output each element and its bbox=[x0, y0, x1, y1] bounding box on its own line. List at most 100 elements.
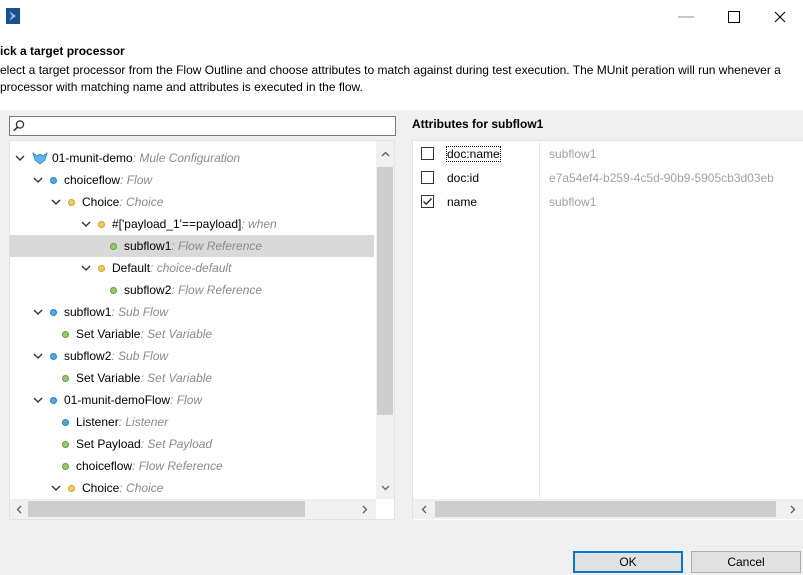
tree-node[interactable]: Set Payload : Set Payload bbox=[10, 433, 374, 455]
tree-node[interactable]: 01-munit-demo : Mule Configuration bbox=[10, 147, 374, 169]
attribute-checkbox[interactable] bbox=[421, 171, 434, 184]
tree-node[interactable]: Choice : Choice bbox=[10, 191, 374, 213]
mule-config-icon bbox=[32, 151, 48, 165]
chevron-down-icon[interactable] bbox=[50, 196, 62, 208]
tree-node-name: 01-munit-demoFlow bbox=[64, 393, 171, 407]
tree-node[interactable]: 01-munit-demoFlow : Flow bbox=[10, 389, 374, 411]
blue-processor-icon bbox=[50, 308, 57, 316]
chevron-down-icon[interactable] bbox=[32, 174, 44, 186]
tree-node-type: : Flow Reference bbox=[171, 283, 263, 297]
tree-horizontal-thumb[interactable] bbox=[28, 501, 305, 517]
tree-node-type: : Sub Flow bbox=[111, 305, 169, 319]
maximize-button[interactable] bbox=[711, 0, 757, 34]
scroll-up-icon[interactable] bbox=[376, 145, 394, 163]
tree-node-name: Choice bbox=[82, 195, 120, 209]
tree-node-name: subflow1 bbox=[124, 239, 172, 253]
yellow-processor-icon bbox=[98, 220, 105, 228]
scroll-down-icon[interactable] bbox=[376, 479, 394, 497]
tree-horizontal-scrollbar[interactable] bbox=[10, 499, 376, 519]
tree-node[interactable]: subflow1 : Flow Reference bbox=[10, 235, 374, 257]
attributes-horizontal-thumb[interactable] bbox=[435, 501, 776, 517]
tree-node-name: subflow1 bbox=[64, 305, 112, 319]
tree-vertical-scrollbar[interactable] bbox=[376, 141, 394, 499]
tree-node-name: Set Payload bbox=[76, 437, 141, 451]
scroll-left-icon[interactable] bbox=[415, 500, 433, 518]
maximize-icon bbox=[728, 11, 740, 23]
chevron-down-icon[interactable] bbox=[14, 152, 26, 164]
green-processor-icon bbox=[110, 286, 117, 294]
attribute-value: subflow1 bbox=[549, 195, 597, 209]
ok-button[interactable]: OK bbox=[573, 551, 683, 573]
green-processor-icon bbox=[62, 440, 69, 448]
tree-node[interactable]: choiceflow : Flow Reference bbox=[10, 455, 374, 477]
attribute-value: e7a54ef4-b259-4c5d-90b9-5905cb3d03eb bbox=[549, 171, 774, 185]
yellow-processor-icon bbox=[68, 484, 75, 492]
tree-node[interactable]: Choice : Choice bbox=[10, 477, 374, 499]
tree-node-type: : Choice bbox=[119, 481, 164, 495]
tree-node-name: choiceflow bbox=[76, 459, 133, 473]
attribute-checkbox[interactable] bbox=[421, 195, 434, 208]
chevron-down-icon[interactable] bbox=[50, 482, 62, 494]
tree-node-type: : Flow Reference bbox=[132, 459, 223, 473]
tree-node[interactable]: Listener : Listener bbox=[10, 411, 374, 433]
app-icon bbox=[6, 8, 20, 24]
tree-node-name: Set Variable bbox=[76, 327, 141, 341]
tree-node-type: : Set Variable bbox=[140, 327, 213, 341]
close-button[interactable] bbox=[757, 0, 803, 34]
tree-node[interactable]: subflow1 : Sub Flow bbox=[10, 301, 374, 323]
cancel-button[interactable]: Cancel bbox=[691, 551, 801, 573]
close-icon bbox=[774, 11, 786, 23]
attribute-name: name bbox=[447, 195, 478, 209]
tree-node-type: : Choice bbox=[119, 195, 164, 209]
dialog-description: elect a target processor from the Flow O… bbox=[0, 63, 781, 94]
green-processor-icon bbox=[62, 462, 69, 470]
title-bar: — bbox=[0, 0, 803, 34]
tree-node-name: Listener bbox=[76, 415, 119, 429]
attribute-checkbox[interactable] bbox=[421, 147, 434, 160]
attribute-row: name subflow1 bbox=[413, 191, 803, 215]
tree-node-type: : Listener bbox=[118, 415, 169, 429]
chevron-down-icon[interactable] bbox=[32, 350, 44, 362]
attributes-table[interactable]: doc:name subflow1 doc:id e7a54ef4-b259-4c5d… bbox=[412, 140, 803, 520]
search-icon bbox=[13, 120, 25, 132]
attribute-name: doc:name bbox=[446, 146, 501, 162]
tree-node-name: 01-munit-demo bbox=[52, 151, 133, 165]
tree-node-name: subflow2 bbox=[124, 283, 172, 297]
tree-node-name: choiceflow bbox=[64, 173, 121, 187]
attribute-value: subflow1 bbox=[549, 147, 597, 161]
tree-node[interactable]: Default : choice-default bbox=[10, 257, 374, 279]
check-icon bbox=[423, 198, 432, 206]
chevron-down-icon[interactable] bbox=[32, 394, 44, 406]
blue-processor-icon bbox=[50, 396, 57, 404]
blue-processor-icon bbox=[50, 352, 57, 360]
tree-node[interactable]: choiceflow : Flow bbox=[10, 169, 374, 191]
tree-node[interactable]: Set Variable : Set Variable bbox=[10, 367, 374, 389]
search-input[interactable] bbox=[9, 116, 396, 136]
attribute-row: doc:name subflow1 bbox=[413, 143, 803, 167]
tree-node[interactable]: Set Variable : Set Variable bbox=[10, 323, 374, 345]
flow-outline-tree[interactable]: 01-munit-demo : Mule Configuration choice… bbox=[9, 140, 395, 520]
tree-node[interactable]: subflow2 : Flow Reference bbox=[10, 279, 374, 301]
scroll-left-icon[interactable] bbox=[10, 500, 28, 518]
dialog-title: ick a target processor bbox=[0, 44, 125, 58]
tree-node-name: Default bbox=[112, 261, 151, 275]
tree-node-type: : Set Variable bbox=[140, 371, 213, 385]
tree-node-type: : choice-default bbox=[150, 261, 232, 275]
blue-processor-icon bbox=[50, 176, 57, 184]
scroll-right-icon[interactable] bbox=[784, 500, 802, 518]
chevron-down-icon[interactable] bbox=[32, 306, 44, 318]
chevron-down-icon[interactable] bbox=[80, 262, 92, 274]
attributes-horizontal-scrollbar[interactable] bbox=[413, 499, 803, 519]
tree-node-type: : Mule Configuration bbox=[132, 151, 241, 165]
blue-processor-icon bbox=[62, 418, 69, 426]
scroll-right-icon[interactable] bbox=[356, 500, 374, 518]
tree-node-type: : Flow bbox=[170, 393, 203, 407]
minimize-button[interactable]: — bbox=[663, 0, 709, 34]
tree-node-name: Choice bbox=[82, 481, 120, 495]
tree-vertical-thumb[interactable] bbox=[377, 167, 393, 415]
tree-node[interactable]: #['payload_1'==payload] : when bbox=[10, 213, 374, 235]
tree-node-name: Set Variable bbox=[76, 371, 141, 385]
tree-node[interactable]: subflow2 : Sub Flow bbox=[10, 345, 374, 367]
green-processor-icon bbox=[62, 330, 69, 338]
chevron-down-icon[interactable] bbox=[80, 218, 92, 230]
